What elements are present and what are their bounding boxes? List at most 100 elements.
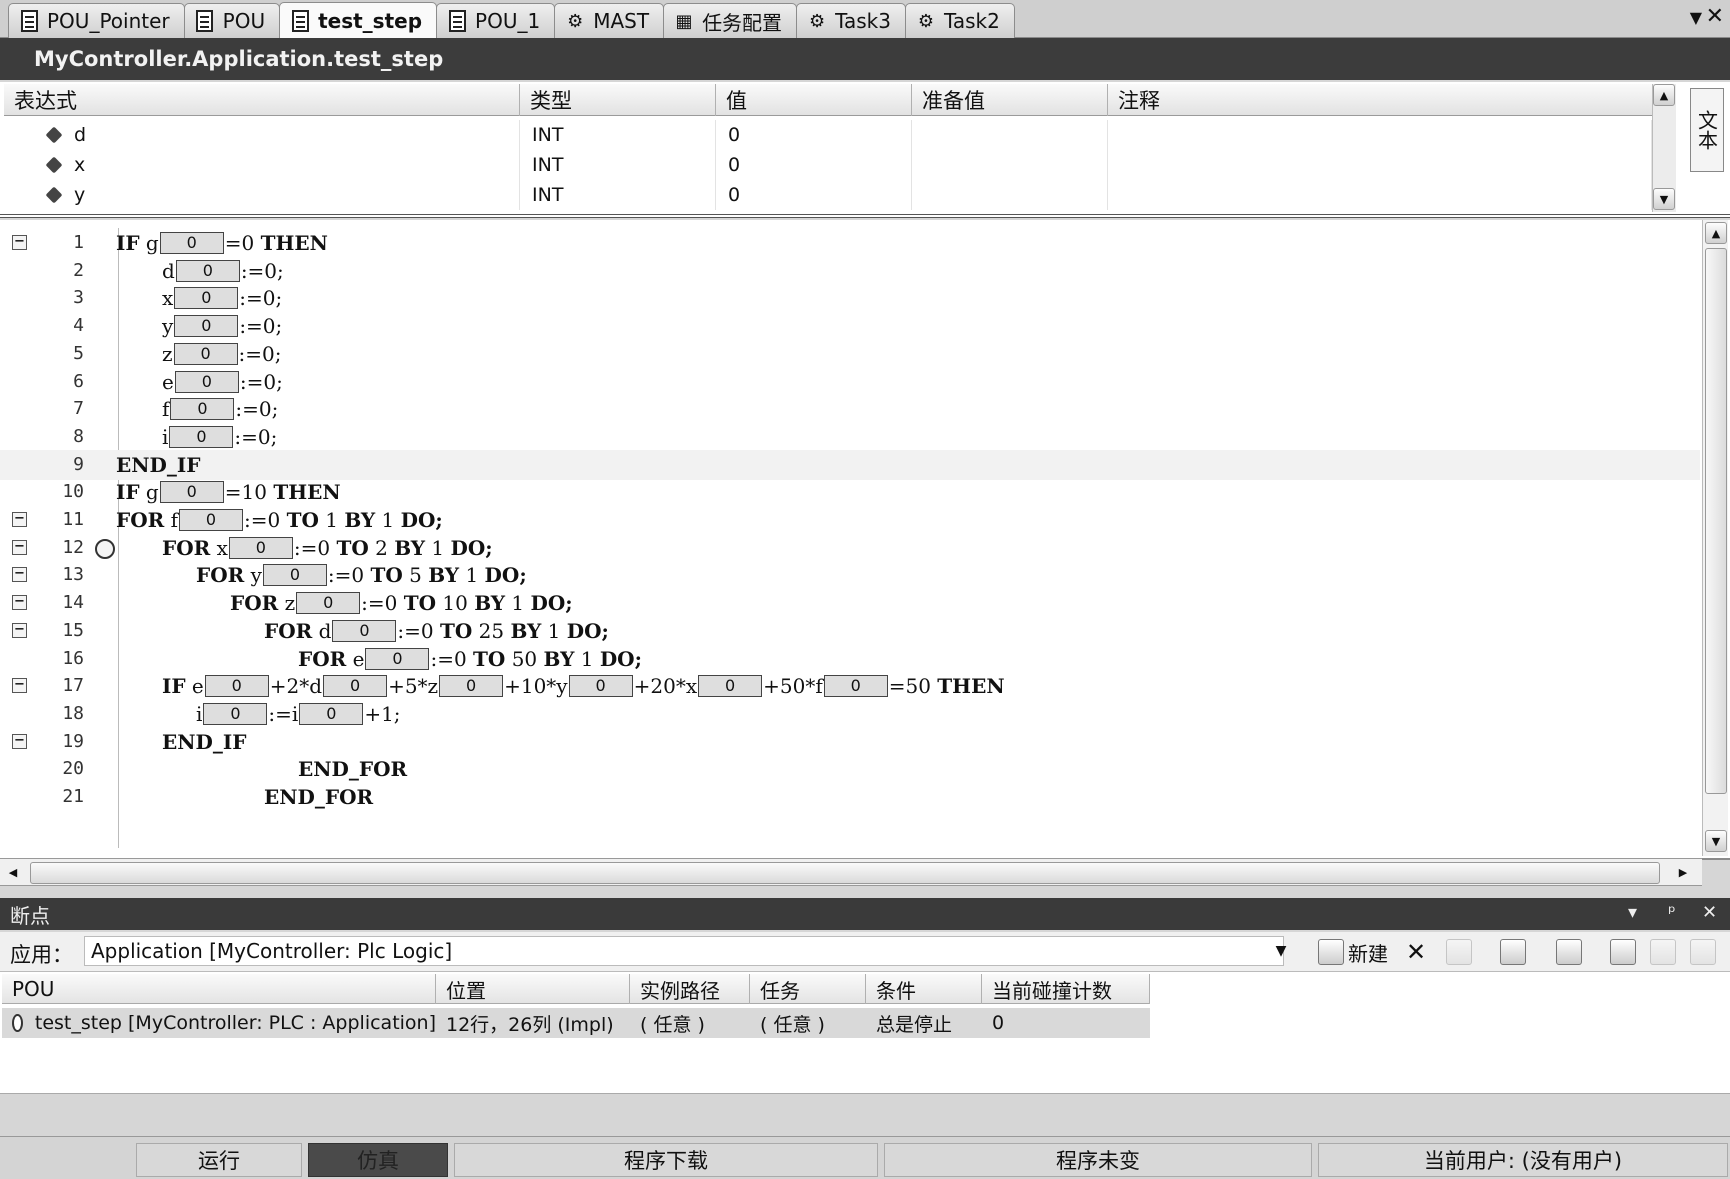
tab-pou-pointer[interactable]: POU_Pointer [8, 3, 185, 38]
code-line[interactable]: 10 IF g 0 =10 THEN [0, 477, 1700, 507]
editor-vertical-scrollbar[interactable]: ▲ ▼ [1702, 220, 1728, 856]
watch-row[interactable]: x INT 0 [4, 150, 1652, 180]
status-simulation[interactable]: 仿真 [308, 1143, 448, 1177]
column-value[interactable]: 值 [716, 84, 912, 116]
watch-prepared-value[interactable] [912, 180, 1108, 210]
fold-toggle-icon[interactable]: − [12, 235, 27, 250]
fold-toggle-icon[interactable]: − [12, 512, 27, 527]
close-panel-icon[interactable]: ✕ [1702, 902, 1717, 923]
inline-value-box[interactable]: 0 [228, 536, 293, 559]
watch-prepared-value[interactable] [912, 150, 1108, 180]
inline-value-box[interactable]: 0 [323, 675, 388, 698]
chevron-down-icon[interactable]: ▼ [1270, 938, 1292, 964]
inline-value-box[interactable]: 0 [299, 702, 364, 725]
application-select[interactable]: Application [MyController: Plc Logic] [84, 936, 1284, 966]
column-pou[interactable]: POU [2, 974, 436, 1004]
column-condition[interactable]: 条件 [866, 974, 982, 1004]
code-line[interactable]: 20 END_FOR [0, 754, 1700, 784]
editor-horizontal-scrollbar[interactable]: ◀ ▶ [0, 858, 1702, 886]
code-line[interactable]: − 1 IF g 0 =0 THEN [0, 228, 1700, 258]
disable-all-icon[interactable] [1650, 939, 1676, 965]
code-line[interactable]: 21 END_FOR [0, 782, 1700, 812]
inline-value-box[interactable]: 0 [169, 425, 234, 448]
fold-toggle-icon[interactable]: − [12, 622, 27, 638]
code-line[interactable]: 7 f 0:=0; [0, 394, 1700, 424]
tab-pou-1[interactable]: POU_1 [436, 3, 556, 38]
code-line[interactable]: 16 FOR e 0:=0 TO 50 BY 1 DO; [0, 644, 1700, 674]
tab-list-dropdown-icon[interactable]: ▼ [1690, 8, 1702, 27]
go-to-source-icon[interactable] [1500, 939, 1526, 965]
code-line[interactable]: −12 FOR x 0:=0 TO 2 BY 1 DO; [0, 533, 1700, 563]
new-breakpoint-button[interactable]: 新建 [1318, 937, 1388, 967]
tab-test-step[interactable]: test_step [279, 2, 438, 39]
breakpoint-icon[interactable] [12, 1014, 23, 1032]
delete-breakpoint-button[interactable]: ✕ [1406, 937, 1426, 967]
inline-value-box[interactable]: 0 [175, 259, 240, 282]
column-position[interactable]: 位置 [436, 974, 630, 1004]
fold-toggle-icon[interactable]: − [12, 567, 27, 583]
code-line[interactable]: 4 y 0:=0; [0, 311, 1700, 341]
column-task[interactable]: 任务 [750, 974, 866, 1004]
inline-value-box[interactable]: 0 [159, 232, 224, 254]
inline-value-box[interactable]: 0 [174, 370, 239, 393]
properties-icon[interactable] [1446, 939, 1472, 965]
tab-task3[interactable]: ⚙ Task3 [796, 3, 906, 38]
inline-value-box[interactable]: 0 [439, 675, 504, 698]
code-line[interactable]: − 17 IF e 0 +2*d 0 +5*z 0 +10*y 0 +20*x 0 +50*f 0 =50 … [0, 671, 1700, 701]
watch-row[interactable]: y INT 0 [4, 180, 1652, 210]
code-line[interactable]: − 15 FOR d 0:=0 TO 25 BY 1 DO; [0, 616, 1700, 646]
text-view-toggle[interactable]: 文本 [1690, 88, 1724, 172]
breakpoint-marker-icon[interactable] [95, 538, 115, 559]
panel-menu-icon[interactable]: ▾ [1628, 902, 1637, 923]
breakpoint-row[interactable]: test_step [MyController: PLC : Applicati… [2, 1008, 1150, 1038]
code-line[interactable]: 5 z 0:=0; [0, 339, 1700, 369]
inline-value-box[interactable]: 0 [159, 481, 224, 504]
inline-value-box[interactable]: 0 [174, 315, 239, 338]
inline-value-box[interactable]: 0 [174, 287, 239, 310]
watch-row[interactable]: d INT 0 [4, 120, 1652, 150]
code-line[interactable]: 18 i 0:=i 0 +1; [0, 699, 1700, 729]
tab-task2[interactable]: ⚙ Task2 [904, 3, 1015, 38]
inline-value-box[interactable]: 0 [332, 619, 397, 642]
inline-value-box[interactable]: 0 [262, 564, 327, 587]
scroll-thumb[interactable] [30, 862, 1660, 884]
inline-value-box[interactable]: 0 [204, 675, 269, 698]
column-instance-path[interactable]: 实例路径 [630, 974, 750, 1004]
column-comment[interactable]: 注释 [1108, 84, 1652, 116]
inline-value-box[interactable]: 0 [170, 398, 235, 421]
scroll-thumb[interactable] [1705, 248, 1727, 794]
scroll-up-icon[interactable]: ▲ [1705, 222, 1727, 244]
fold-toggle-icon[interactable]: − [12, 678, 27, 694]
inline-value-box[interactable]: 0 [698, 675, 763, 698]
code-line[interactable]: 8 i 0:=0; [0, 422, 1700, 452]
inline-value-box[interactable]: 0 [203, 702, 268, 725]
code-line[interactable]: 3 x 0:=0; [0, 283, 1700, 313]
inline-value-box[interactable]: 0 [173, 342, 238, 365]
inline-value-box[interactable]: 0 [365, 647, 430, 670]
tab-task-config[interactable]: ▦ 任务配置 [663, 3, 798, 38]
code-line[interactable]: −11 FOR f 0:=0 TO 1 BY 1 DO; [0, 505, 1700, 535]
code-editor[interactable]: −1 IF g 0 =0 THEN 2 d 0:=0; 3 x 0:=0; 4 y 0:=0; 5 z 0:=… [0, 220, 1730, 860]
delete-all-icon[interactable] [1690, 939, 1716, 965]
column-hit-count[interactable]: 当前碰撞计数 [982, 974, 1150, 1004]
code-line[interactable]: 6 e 0:=0; [0, 367, 1700, 397]
inline-value-box[interactable]: 0 [823, 675, 888, 698]
inline-value-box[interactable]: 0 [179, 509, 244, 531]
tab-pou[interactable]: POU [183, 3, 281, 38]
tab-mast[interactable]: ⚙ MAST [554, 3, 665, 38]
inline-value-box[interactable]: 0 [568, 675, 633, 698]
scroll-left-icon[interactable]: ◀ [2, 861, 24, 883]
column-expression[interactable]: 表达式 [4, 84, 520, 116]
code-line[interactable]: − 13 FOR y 0:=0 TO 5 BY 1 DO; [0, 560, 1700, 590]
watch-vertical-scrollbar[interactable]: ▲ ▼ [1652, 84, 1676, 212]
code-line[interactable]: − 14 FOR z 0:=0 TO 10 BY 1 DO; [0, 588, 1700, 618]
scroll-up-icon[interactable]: ▲ [1653, 84, 1675, 106]
toggle-breakpoint-icon[interactable] [1556, 939, 1582, 965]
pin-icon[interactable]: ᵖ [1668, 902, 1676, 923]
column-prepared-value[interactable]: 准备值 [912, 84, 1108, 116]
code-line[interactable]: 2 d 0:=0; [0, 256, 1700, 286]
fold-toggle-icon[interactable]: − [12, 733, 27, 749]
enable-all-icon[interactable] [1610, 939, 1636, 965]
fold-toggle-icon[interactable]: − [12, 539, 27, 555]
code-line[interactable]: 9 END_IF [0, 449, 1700, 480]
